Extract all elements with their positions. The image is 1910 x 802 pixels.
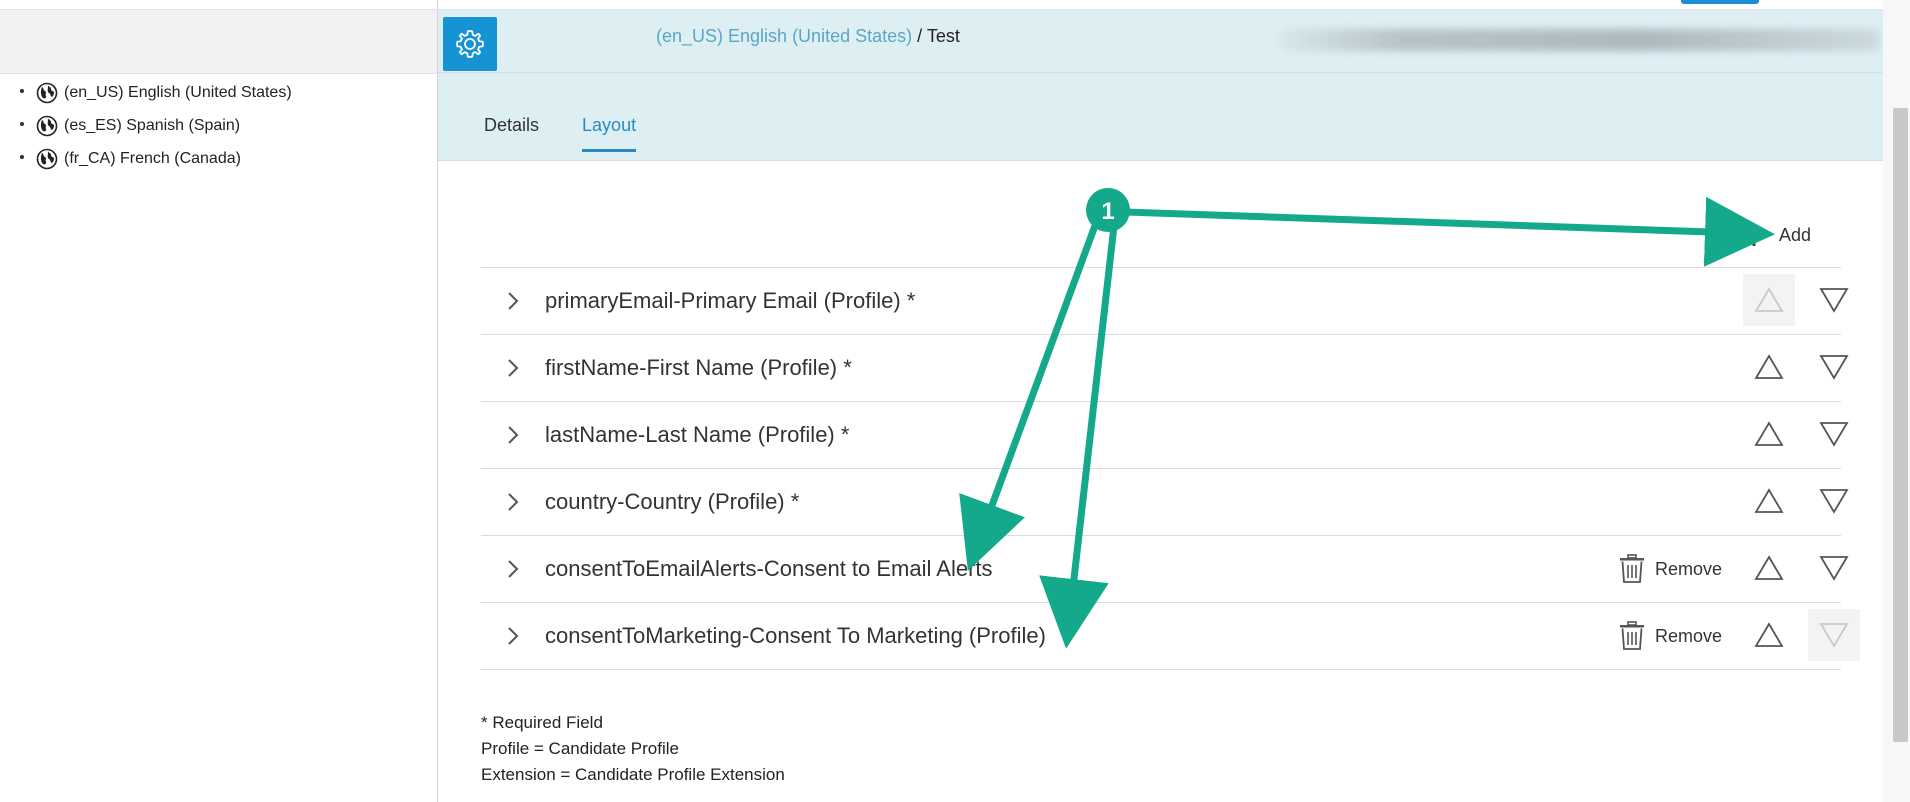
triangle-up-icon (1754, 287, 1784, 312)
field-row: firstName-First Name (Profile) * (481, 334, 1849, 401)
chevron-right-icon[interactable] (503, 625, 523, 647)
breadcrumb-current: Test (926, 26, 960, 46)
scrollbar-thumb[interactable] (1893, 108, 1908, 742)
field-label: consentToEmailAlerts-Consent to Email Al… (545, 556, 993, 581)
bullet (20, 88, 24, 93)
move-down-button[interactable] (1808, 408, 1860, 460)
field-list: primaryEmail-Primary Email (Profile) * f… (481, 267, 1860, 670)
bullet (20, 121, 24, 126)
legend-required: * Required Field (481, 713, 603, 732)
move-down-button[interactable] (1808, 475, 1860, 527)
field-row: consentToEmailAlerts-Consent to Email Al… (481, 535, 1849, 602)
breadcrumb-link[interactable]: (en_US) English (United States) (656, 26, 912, 46)
field-label: country-Country (Profile) * (545, 489, 800, 514)
locale-item[interactable]: (es_ES) Spanish (Spain) (20, 109, 292, 142)
globe-icon (36, 115, 58, 136)
tab-bar: Details Layout (484, 115, 637, 152)
globe-icon (36, 82, 58, 103)
move-up-button[interactable] (1743, 542, 1795, 594)
field-row: lastName-Last Name (Profile) * (481, 401, 1849, 468)
remove-button[interactable]: Remove (1619, 554, 1722, 584)
triangle-down-icon (1819, 556, 1849, 581)
locale-label: (es_ES) Spanish (Spain) (64, 116, 241, 134)
move-up-button[interactable] (1743, 408, 1795, 460)
triangle-up-icon (1754, 622, 1784, 647)
field-row: consentToMarketing-Consent To Marketing … (481, 602, 1860, 670)
add-label: Add (1779, 224, 1812, 245)
field-legend: * Required Field Profile = Candidate Pro… (481, 710, 785, 788)
chevron-right-icon[interactable] (503, 558, 523, 580)
field-label: firstName-First Name (Profile) * (545, 355, 852, 380)
move-up-button[interactable] (1743, 341, 1795, 393)
triangle-down-icon (1819, 422, 1849, 447)
locale-label: (fr_CA) French (Canada) (64, 149, 241, 167)
locale-item[interactable]: (fr_CA) French (Canada) (20, 142, 292, 175)
triangle-down-icon (1819, 623, 1849, 648)
tab-details[interactable]: Details (484, 115, 539, 152)
remove-button[interactable]: Remove (1619, 621, 1722, 651)
detail-header: (en_US) English (United States) / Test D… (438, 10, 1883, 161)
move-up-button[interactable] (1743, 609, 1795, 661)
triangle-up-icon (1754, 354, 1784, 379)
locale-tree: (en_US) English (United States) (es_ES) … (20, 76, 292, 175)
move-down-button[interactable] (1808, 274, 1860, 326)
plus-icon (1743, 224, 1765, 246)
field-label: lastName-Last Name (Profile) * (545, 422, 850, 447)
field-label: primaryEmail-Primary Email (Profile) * (545, 288, 916, 313)
triangle-down-icon (1819, 489, 1849, 514)
left-header (0, 10, 437, 74)
top-strip (438, 0, 1883, 10)
right-pane: (en_US) English (United States) / Test D… (438, 0, 1883, 802)
top-action-button[interactable] (1681, 0, 1759, 4)
breadcrumb-separator: / (912, 26, 927, 46)
tab-layout[interactable]: Layout (582, 115, 637, 152)
chevron-right-icon[interactable] (503, 491, 523, 513)
blurred-metadata (1280, 29, 1880, 51)
settings-button[interactable] (443, 17, 497, 71)
field-row: country-Country (Profile) * (481, 468, 1849, 535)
left-pane: (en_US) English (United States) (es_ES) … (0, 0, 438, 802)
triangle-up-icon (1754, 555, 1784, 580)
remove-label: Remove (1655, 558, 1723, 579)
trash-icon (1620, 554, 1644, 583)
left-top-strip (0, 0, 437, 10)
chevron-right-icon[interactable] (503, 357, 523, 379)
triangle-down-icon (1819, 288, 1849, 313)
locale-label: (en_US) English (United States) (64, 83, 292, 101)
move-down-button[interactable] (1808, 609, 1860, 661)
field-row: primaryEmail-Primary Email (Profile) * (481, 267, 1849, 334)
move-down-button[interactable] (1808, 542, 1860, 594)
remove-label: Remove (1655, 625, 1723, 646)
add-button[interactable]: Add (1741, 222, 1811, 248)
chevron-right-icon[interactable] (503, 290, 523, 312)
legend-profile: Profile = Candidate Profile (481, 739, 679, 758)
chevron-right-icon[interactable] (503, 424, 523, 446)
legend-extension: Extension = Candidate Profile Extension (481, 765, 785, 784)
gear-icon (456, 30, 484, 58)
triangle-down-icon (1819, 355, 1849, 380)
locale-item[interactable]: (en_US) English (United States) (20, 76, 292, 109)
move-up-button[interactable] (1743, 475, 1795, 527)
globe-icon (36, 148, 58, 169)
field-label: consentToMarketing-Consent To Marketing … (545, 623, 1046, 648)
trash-icon (1620, 621, 1644, 650)
triangle-up-icon (1754, 421, 1784, 446)
triangle-up-icon (1754, 488, 1784, 513)
move-down-button[interactable] (1808, 341, 1860, 393)
bullet (20, 154, 24, 159)
breadcrumb: (en_US) English (United States) / Test (656, 26, 960, 47)
header-divider (438, 72, 1883, 73)
move-up-button[interactable] (1743, 274, 1795, 326)
